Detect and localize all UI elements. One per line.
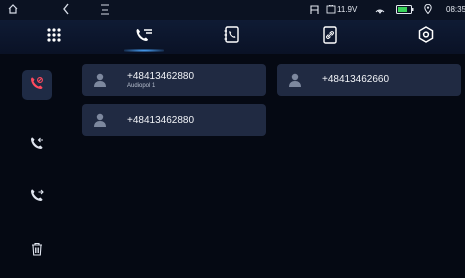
menu-icon[interactable] — [100, 3, 110, 18]
incoming-call-icon — [30, 136, 44, 155]
battery-voltage-icon — [326, 4, 336, 16]
trash-icon — [31, 242, 43, 261]
tab-bar — [0, 20, 465, 54]
signal-icon — [375, 4, 385, 16]
sidebar-item-incoming-calls[interactable] — [22, 130, 52, 160]
clock-text: 08:35 — [446, 5, 465, 14]
keypad-icon — [46, 27, 62, 48]
call-log-item[interactable]: +48413462880 — [82, 104, 266, 136]
tab-settings[interactable] — [396, 20, 456, 54]
sidebar-item-missed-calls[interactable] — [22, 70, 52, 100]
phone-link-icon — [323, 25, 337, 49]
sidebar-item-outgoing-calls[interactable] — [22, 182, 52, 212]
contacts-icon — [224, 26, 240, 48]
back-icon[interactable] — [62, 3, 70, 18]
avatar-icon — [92, 112, 108, 128]
avatar-icon — [92, 72, 108, 88]
location-icon — [424, 3, 432, 16]
tab-calls[interactable] — [114, 20, 174, 54]
call-filter-sidebar — [0, 54, 78, 278]
call-number: +48413462660 — [322, 74, 390, 85]
settings-icon — [418, 26, 434, 48]
phone-list-icon — [135, 27, 153, 48]
delete-button[interactable] — [22, 236, 52, 266]
call-log-item[interactable]: +48413462660 — [277, 64, 461, 96]
call-log-item[interactable]: +48413462880 Audiopol 1 — [82, 64, 266, 96]
outgoing-call-icon — [30, 188, 44, 207]
tab-phone-link[interactable] — [300, 20, 360, 54]
home-icon[interactable] — [8, 3, 18, 18]
call-number: +48413462880 — [127, 71, 195, 82]
avatar-icon — [287, 72, 303, 88]
call-number: +48413462880 — [127, 115, 195, 126]
status-bar: 11.9V 08:35 — [0, 0, 465, 20]
missed-call-icon — [30, 76, 44, 95]
antenna-icon — [310, 4, 319, 16]
voltage-text: 11.9V — [337, 5, 358, 14]
battery-icon — [396, 5, 414, 16]
call-label: Audiopol 1 — [127, 83, 156, 89]
tab-keypad[interactable] — [24, 20, 84, 54]
tab-contacts[interactable] — [202, 20, 262, 54]
